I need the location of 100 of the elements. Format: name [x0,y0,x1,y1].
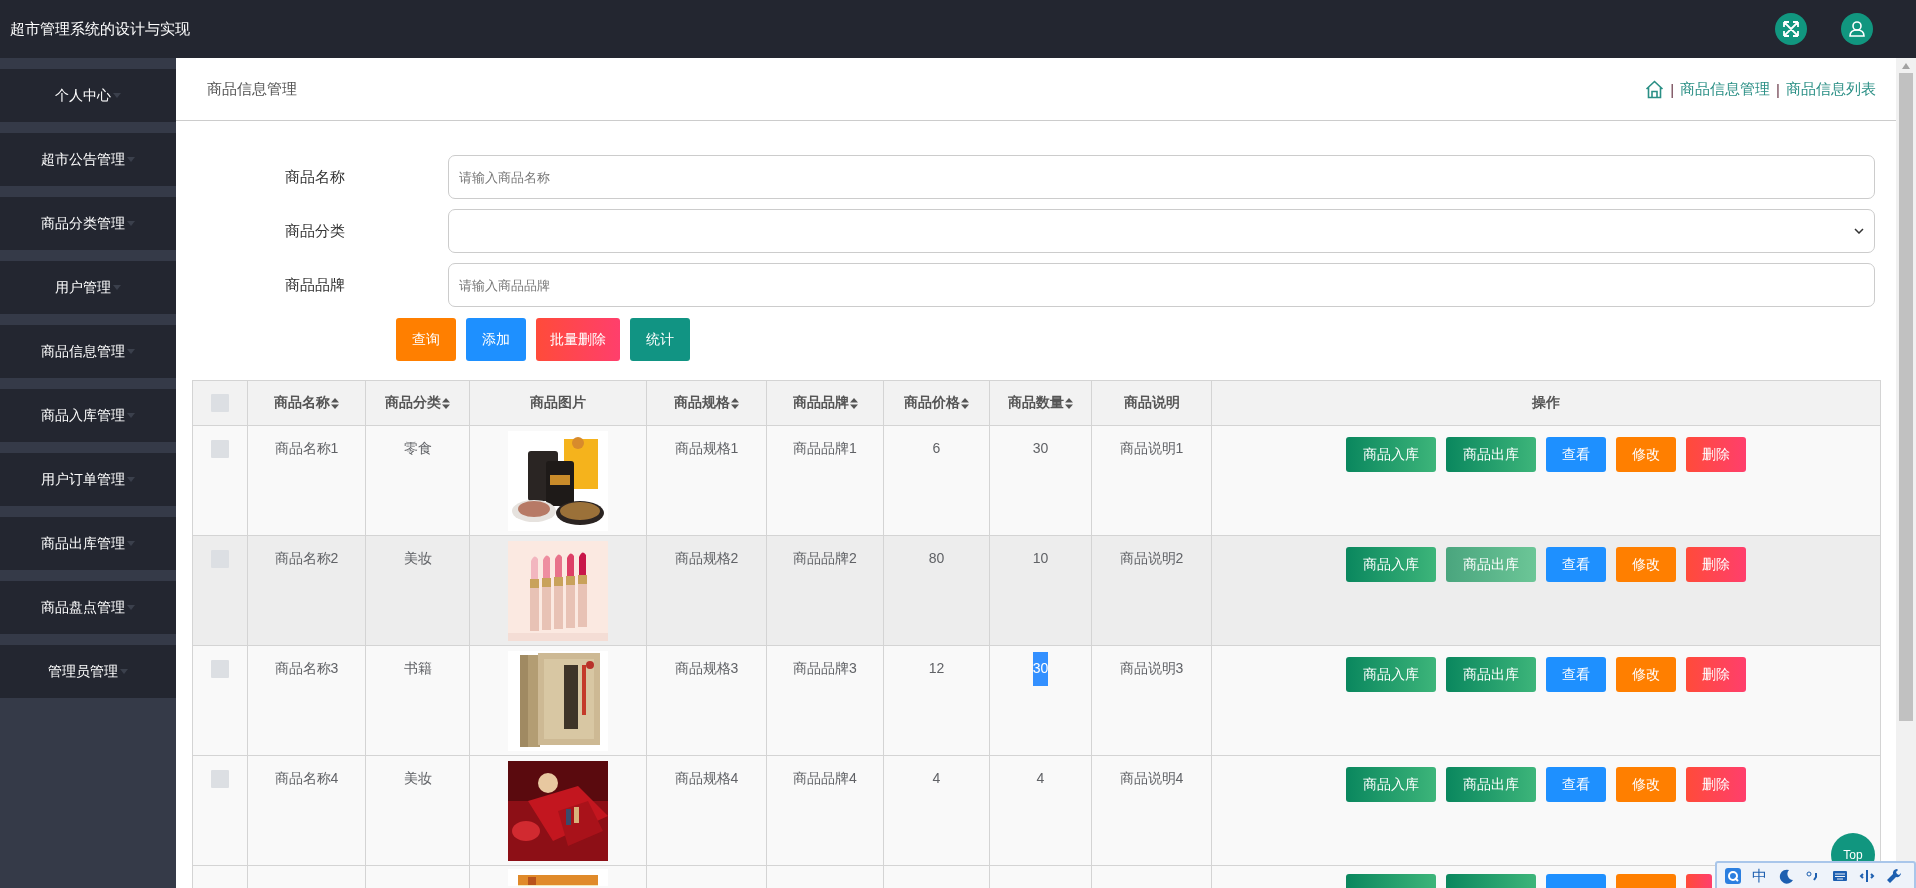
table-cell: 零食 [403,440,432,456]
stock-out-button[interactable]: 商品出库 [1446,437,1536,472]
fullscreen-icon[interactable] [1775,13,1807,45]
sidebar-item[interactable]: 商品信息管理 [0,325,176,378]
view-button[interactable]: 查看 [1546,437,1606,472]
table-cell: 80 [928,550,945,566]
delete-button[interactable]: 删除 [1686,437,1746,472]
table-cell: 商品说明3 [1119,660,1184,676]
page-title: 商品信息管理 [207,79,297,99]
input-mode[interactable]: 中 [1752,866,1767,886]
stock-in-button[interactable]: 商品入库 [1346,657,1436,692]
stock-in-button[interactable]: 商品入库 [1346,767,1436,802]
sort-icon[interactable] [849,397,858,409]
input-field[interactable]: 请输入商品名称 [448,155,1875,199]
moon-icon[interactable] [1778,868,1794,884]
caret-icon [127,605,135,610]
wrench-icon[interactable] [1886,868,1902,884]
sidebar-item[interactable]: 用户订单管理 [0,453,176,506]
view-button[interactable]: 查看 [1546,657,1606,692]
sidebar-item[interactable]: 商品出库管理 [0,517,176,570]
field-label: 商品分类 [285,221,346,241]
home-icon[interactable] [1645,79,1665,99]
chevron-down-icon [1854,228,1864,234]
sidebar-item[interactable]: 商品入库管理 [0,389,176,442]
caret-icon [120,669,128,674]
table-cell: 商品品牌3 [793,660,857,676]
table-cell: 商品规格4 [674,770,739,786]
table-cell: 商品规格2 [674,550,739,566]
breadcrumb-separator: | [1776,80,1780,98]
batch-delete-button[interactable]: 批量删除 [536,318,620,361]
column-header: 商品图片 [530,394,586,412]
delete-button[interactable]: 删除 [1686,657,1746,692]
table-cell: 4 [1036,770,1045,786]
caret-icon [127,157,135,162]
edit-button[interactable]: 修改 [1616,767,1676,802]
edit-button[interactable]: 修改 [1616,437,1676,472]
table-cell: 商品规格3 [674,660,739,676]
stock-out-button[interactable]: 商品出库 [1446,657,1536,692]
scrollbar-thumb[interactable] [1899,73,1913,721]
view-button[interactable]: 查看 [1546,767,1606,802]
table-cell: 商品说明4 [1119,770,1184,786]
input-field[interactable]: 请输入商品品牌 [448,263,1875,307]
checkbox[interactable] [211,660,229,678]
sidebar-item[interactable]: 管理员管理 [0,645,176,698]
sort-icon[interactable] [1065,397,1073,409]
breadcrumb-link[interactable]: 商品信息列表 [1786,79,1876,99]
table-cell: 商品说明2 [1119,550,1184,566]
app-title: 超市管理系统的设计与实现 [10,19,190,39]
stock-out-button[interactable]: 商品出库 [1446,767,1536,802]
add-button[interactable]: 添加 [466,318,526,361]
search-button[interactable]: 查询 [396,318,456,361]
edit-button[interactable]: 修改 [1616,547,1676,582]
table-cell: 10 [1032,550,1049,566]
field-label: 商品名称 [285,167,346,187]
stats-button[interactable]: 统计 [630,318,690,361]
column-header[interactable]: 商品品牌 [792,394,849,412]
table-cell: 商品名称2 [274,550,339,566]
stock-in-button[interactable]: 商品入库 [1346,547,1436,582]
tool-icon[interactable] [1859,868,1875,884]
caret-icon [127,221,135,226]
table-cell: 商品品牌1 [793,440,857,456]
caret-icon [127,541,135,546]
caret-icon [113,285,121,290]
column-header[interactable]: 商品名称 [274,394,330,412]
sidebar-item[interactable]: 用户管理 [0,261,176,314]
user-icon[interactable] [1841,13,1873,45]
table-cell: 12 [928,660,945,676]
edit-button[interactable]: 修改 [1616,657,1676,692]
column-header[interactable]: 商品规格 [674,394,730,412]
scroll-up-icon[interactable] [1902,63,1910,69]
sidebar-item[interactable]: 超市公告管理 [0,133,176,186]
sort-icon[interactable] [331,397,339,409]
delete-button[interactable]: 删除 [1686,767,1746,802]
table-cell: 美妆 [403,550,432,566]
field-label: 商品品牌 [285,275,346,295]
sort-icon[interactable] [442,397,450,409]
breadcrumb-link[interactable]: 商品信息管理 [1680,79,1771,99]
caret-icon [127,477,135,482]
stock-in-button[interactable]: 商品入库 [1346,437,1436,472]
checkbox[interactable] [211,770,229,788]
table-cell: 商品名称4 [274,770,339,786]
keyboard-icon[interactable] [1832,868,1848,884]
caret-icon [113,93,121,98]
column-header: 操作 [1532,394,1560,412]
table-cell: 商品名称1 [274,440,339,456]
caret-icon [127,349,135,354]
stock-out-button[interactable]: 商品出库 [1446,547,1536,582]
sort-icon[interactable] [731,397,739,409]
sidebar-item[interactable]: 商品分类管理 [0,197,176,250]
view-button[interactable]: 查看 [1546,547,1606,582]
checkbox[interactable] [211,440,229,458]
table-cell: 商品说明1 [1119,440,1184,456]
delete-button[interactable]: 删除 [1686,547,1746,582]
table-cell: 30 [1032,440,1049,456]
breadcrumb-separator: | [1670,80,1675,98]
table-cell: 书籍 [403,660,432,676]
sort-icon[interactable] [961,397,969,409]
search-icon[interactable] [1725,868,1741,884]
sidebar-item[interactable]: 个人中心 [0,69,176,122]
sidebar-item[interactable]: 商品盘点管理 [0,581,176,634]
